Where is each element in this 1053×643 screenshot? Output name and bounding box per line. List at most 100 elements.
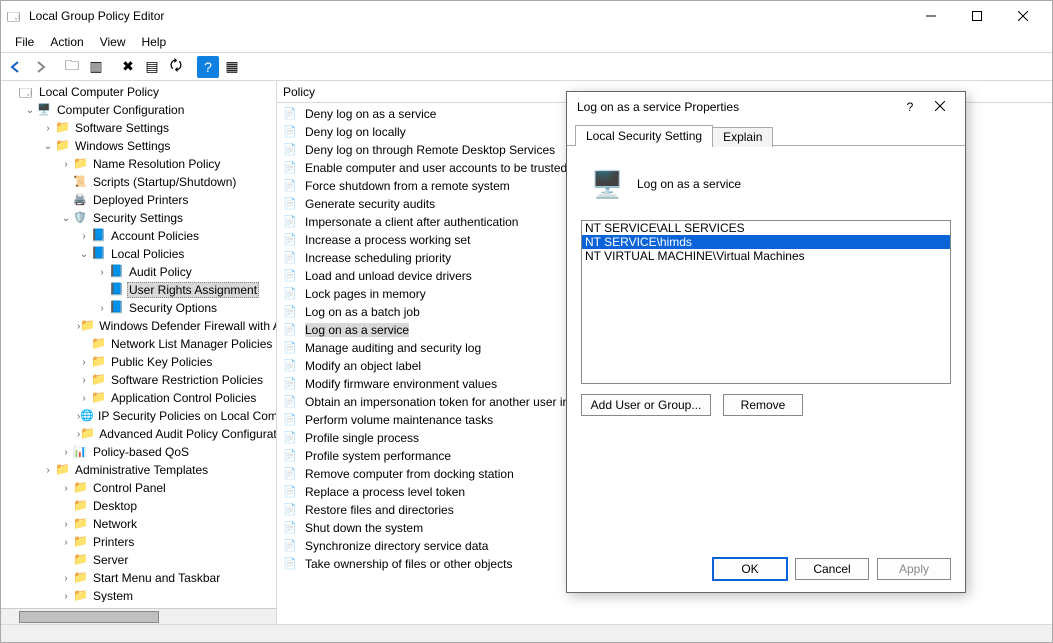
menu-view[interactable]: View	[94, 33, 132, 51]
expand-icon[interactable]: ›	[77, 393, 91, 404]
tree-item[interactable]: User Rights Assignment	[1, 281, 276, 299]
help-button[interactable]: ?	[197, 56, 219, 78]
tree-hscrollbar[interactable]	[1, 608, 276, 624]
dialog-body: 🖥️ Log on as a service NT SERVICE\ALL SE…	[567, 146, 965, 416]
window-title: Local Group Policy Editor	[29, 9, 908, 23]
minimize-button[interactable]	[908, 1, 954, 31]
tree-item[interactable]: ›Network	[1, 515, 276, 533]
folder-icon	[55, 138, 71, 154]
policy-item-label: Load and unload device drivers	[305, 269, 472, 283]
tree-item[interactable]: ›Administrative Templates	[1, 461, 276, 479]
folder-icon	[73, 534, 89, 550]
collapse-icon[interactable]: ⌄	[23, 105, 37, 116]
policy-item-label: Increase scheduling priority	[305, 251, 451, 265]
add-user-button[interactable]: Add User or Group...	[581, 394, 711, 416]
expand-icon[interactable]: ›	[59, 483, 73, 494]
tree-view[interactable]: Local Computer Policy⌄Computer Configura…	[1, 81, 276, 602]
user-entry[interactable]: NT SERVICE\ALL SERVICES	[582, 221, 950, 235]
extra-button[interactable]: ▦	[221, 56, 243, 78]
remove-button[interactable]: Remove	[723, 394, 803, 416]
tree-item[interactable]: ›Policy-based QoS	[1, 443, 276, 461]
expand-icon[interactable]: ›	[95, 303, 109, 314]
ok-button[interactable]: OK	[713, 558, 787, 580]
policy-item-icon	[283, 412, 299, 428]
tree-item-label: IP Security Policies on Local Computer	[96, 409, 276, 423]
tab-local-security-setting[interactable]: Local Security Setting	[575, 125, 713, 146]
tab-explain[interactable]: Explain	[712, 127, 773, 147]
tree-item[interactable]: ›IP Security Policies on Local Computer	[1, 407, 276, 425]
policy-item-icon	[283, 430, 299, 446]
tree-item[interactable]: › System	[1, 587, 276, 602]
collapse-icon[interactable]: ⌄	[59, 213, 73, 224]
dialog-close-button[interactable]	[925, 100, 955, 114]
properties-button[interactable]: ▤	[141, 56, 163, 78]
book-icon	[91, 228, 107, 244]
tree-item[interactable]: › Name Resolution Policy	[1, 155, 276, 173]
folder-icon	[55, 120, 71, 136]
show-hide-tree-button[interactable]: ▥	[85, 56, 107, 78]
user-entry[interactable]: NT VIRTUAL MACHINE\Virtual Machines	[582, 249, 950, 263]
tree-item[interactable]: ⌄Security Settings	[1, 209, 276, 227]
expand-icon[interactable]: ›	[59, 591, 73, 602]
refresh-button[interactable]: 🗘	[165, 56, 187, 78]
tree-item[interactable]: ⌄Computer Configuration	[1, 101, 276, 119]
maximize-button[interactable]	[954, 1, 1000, 31]
expand-icon[interactable]: ›	[77, 375, 91, 386]
tree-item-label: Name Resolution Policy	[91, 157, 222, 171]
expand-icon[interactable]: ›	[59, 159, 73, 170]
collapse-icon[interactable]: ⌄	[41, 141, 55, 152]
menu-help[interactable]: Help	[136, 33, 173, 51]
delete-button[interactable]: ✖	[117, 56, 139, 78]
printer-icon	[73, 192, 89, 208]
user-entry[interactable]: NT SERVICE\himds	[582, 235, 950, 249]
tree-item[interactable]: Network List Manager Policies	[1, 335, 276, 353]
tree-item[interactable]: ›Audit Policy	[1, 263, 276, 281]
tree-item[interactable]: ⌄Local Policies	[1, 245, 276, 263]
tree-item[interactable]: ›Control Panel	[1, 479, 276, 497]
expand-icon[interactable]: ›	[59, 537, 73, 548]
tree-item[interactable]: ›Security Options	[1, 299, 276, 317]
cancel-button[interactable]: Cancel	[795, 558, 869, 580]
tree-item[interactable]: Local Computer Policy	[1, 83, 276, 101]
tree-item-label: System	[91, 589, 135, 602]
tree-item[interactable]: Desktop	[1, 497, 276, 515]
dialog-help-button[interactable]: ?	[895, 100, 925, 114]
expand-icon[interactable]: ›	[77, 357, 91, 368]
expand-icon[interactable]: ›	[59, 519, 73, 530]
tree-item[interactable]: ›Account Policies	[1, 227, 276, 245]
folder-icon	[73, 156, 89, 172]
apply-button[interactable]: Apply	[877, 558, 951, 580]
expand-icon[interactable]: ›	[59, 447, 73, 458]
expand-icon[interactable]: ›	[41, 123, 55, 134]
tree-item[interactable]: ›Software Restriction Policies	[1, 371, 276, 389]
policy-item-icon	[283, 358, 299, 374]
tree-item[interactable]: ›Windows Defender Firewall with Advanced…	[1, 317, 276, 335]
tree-item-label: Advanced Audit Policy Configuration	[97, 427, 276, 441]
users-listbox[interactable]: NT SERVICE\ALL SERVICESNT SERVICE\himdsN…	[581, 220, 951, 384]
policy-item-label: Lock pages in memory	[305, 287, 426, 301]
tree-item[interactable]: Server	[1, 551, 276, 569]
console-icon	[19, 84, 35, 100]
menu-action[interactable]: Action	[44, 33, 89, 51]
tree-item[interactable]: ›Software Settings	[1, 119, 276, 137]
tree-item[interactable]: Deployed Printers	[1, 191, 276, 209]
expand-icon[interactable]: ›	[95, 267, 109, 278]
menu-file[interactable]: File	[9, 33, 40, 51]
tree-item[interactable]: Scripts (Startup/Shutdown)	[1, 173, 276, 191]
tree-item[interactable]: ›Application Control Policies	[1, 389, 276, 407]
policy-item-label: Perform volume maintenance tasks	[305, 413, 493, 427]
tree-item[interactable]: ›Public Key Policies	[1, 353, 276, 371]
close-button[interactable]	[1000, 1, 1046, 31]
tree-item[interactable]: ›Printers	[1, 533, 276, 551]
expand-icon[interactable]: ›	[41, 465, 55, 476]
back-button[interactable]	[5, 56, 27, 78]
expand-icon[interactable]: ›	[59, 573, 73, 584]
tree-item[interactable]: ›Start Menu and Taskbar	[1, 569, 276, 587]
up-button[interactable]: 🗀	[61, 56, 83, 78]
tree-item[interactable]: ›Advanced Audit Policy Configuration	[1, 425, 276, 443]
tree-item[interactable]: ⌄Windows Settings	[1, 137, 276, 155]
forward-button[interactable]	[29, 56, 51, 78]
collapse-icon[interactable]: ⌄	[77, 249, 91, 260]
policy-item-icon	[283, 286, 299, 302]
expand-icon[interactable]: ›	[77, 231, 91, 242]
